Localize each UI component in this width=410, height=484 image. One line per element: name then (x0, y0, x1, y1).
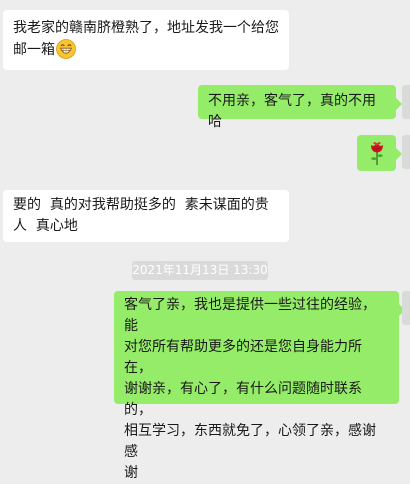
rose-icon (367, 140, 387, 166)
message-bubble-sent[interactable]: 客气了亲，我也是提供一些过往的经验，能 对您所有帮助更多的还是您自身能力所在， … (114, 291, 399, 404)
message-bubble-sent[interactable]: 不用亲，客气了，真的不用哈 (198, 85, 396, 119)
message-text-line: 谢谢亲，有心了，有什么问题随时联系的， (124, 379, 389, 421)
message-text-line: 客气了亲，我也是提供一些过往的经验，能 (124, 295, 389, 337)
avatar[interactable] (402, 85, 410, 119)
message-text: 不用亲，客气了，真的不用哈 (208, 93, 376, 130)
message-text-line: 对您所有帮助更多的还是您自身能力所在， (124, 337, 389, 379)
message-text: 邮一箱 (13, 39, 279, 61)
grinning-emoji-icon (56, 39, 76, 59)
message-text-line: 谢 (124, 463, 389, 484)
message-text-line: 相互学习，东西就免了，心领了亲，感谢感 (124, 421, 389, 463)
message-bubble-received[interactable]: 我老家的赣南脐橙熟了，地址发我一个给您 邮一箱 (3, 10, 289, 70)
message-bubble-sent-emoji[interactable] (357, 135, 396, 171)
avatar[interactable] (402, 291, 410, 325)
timestamp: 2021年11月13日 13:30 (132, 261, 268, 280)
message-text: 我老家的赣南脐橙熟了，地址发我一个给您 (13, 18, 279, 39)
message-text: 人 真心地 (13, 216, 279, 237)
message-text: 要的 真的对我帮助挺多的 素未谋面的贵 (13, 195, 279, 216)
message-bubble-received[interactable]: 要的 真的对我帮助挺多的 素未谋面的贵 人 真心地 (3, 190, 289, 242)
avatar[interactable] (402, 135, 410, 169)
